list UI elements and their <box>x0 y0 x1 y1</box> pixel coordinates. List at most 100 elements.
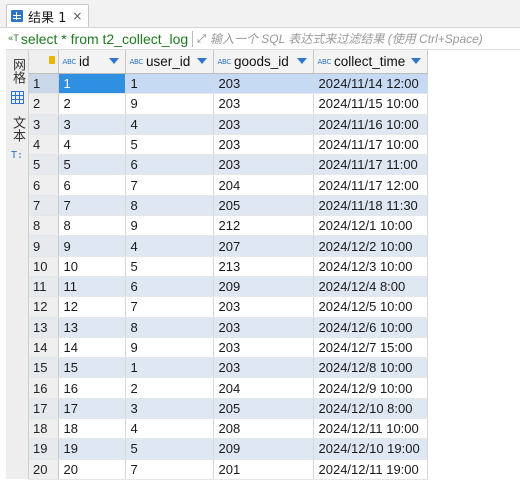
table-cell[interactable]: 12 <box>58 296 126 318</box>
row-number[interactable]: 3 <box>29 114 59 135</box>
table-cell[interactable]: 2 <box>58 93 126 115</box>
grid-view-toggle[interactable]: 网格 <box>8 58 26 104</box>
table-row[interactable]: 1 1 1 203 2024/11/14 12:00 <box>29 73 428 95</box>
table-cell[interactable]: 15 <box>58 357 126 379</box>
table-row[interactable]: 18 18 4 208 2024/12/11 10:00 <box>29 418 428 440</box>
sort-arrow-icon[interactable] <box>410 58 421 64</box>
row-number[interactable]: 9 <box>29 235 59 257</box>
table-cell[interactable]: 1 <box>125 357 214 379</box>
row-number[interactable]: 15 <box>29 357 59 379</box>
table-cell[interactable]: 6 <box>125 154 214 176</box>
row-number[interactable]: 10 <box>29 256 59 277</box>
result-tab[interactable]: 结果 1 × <box>6 4 90 27</box>
table-cell[interactable]: 9 <box>125 215 214 237</box>
table-cell[interactable]: 209 <box>213 276 314 298</box>
table-cell[interactable]: 5 <box>125 256 214 277</box>
table-row[interactable]: 11 11 6 209 2024/12/4 8:00 <box>29 276 428 298</box>
table-cell[interactable]: 2024/12/10 19:00 <box>313 438 428 460</box>
table-cell[interactable]: 2024/11/17 10:00 <box>313 134 428 156</box>
row-number[interactable]: 16 <box>29 377 59 399</box>
table-cell[interactable]: 203 <box>213 357 314 379</box>
table-cell[interactable]: 2024/12/3 10:00 <box>313 256 428 277</box>
table-cell[interactable]: 1 <box>58 73 126 95</box>
row-number[interactable]: 11 <box>29 276 59 298</box>
table-cell[interactable]: 2024/12/8 10:00 <box>313 357 428 379</box>
table-cell[interactable]: 4 <box>58 134 126 156</box>
table-cell[interactable]: 7 <box>125 459 214 480</box>
column-header-user-id[interactable]: ABC user_id <box>125 50 214 74</box>
close-tab-icon[interactable]: × <box>72 9 82 23</box>
row-number[interactable]: 8 <box>29 215 59 237</box>
row-number[interactable]: 6 <box>29 174 59 196</box>
table-cell[interactable]: 7 <box>58 195 126 217</box>
row-number[interactable]: 5 <box>29 154 59 176</box>
table-cell[interactable]: 9 <box>125 337 214 359</box>
table-cell[interactable]: 13 <box>58 317 126 338</box>
sort-arrow-icon[interactable] <box>196 58 207 64</box>
table-cell[interactable]: 7 <box>125 174 214 196</box>
sort-arrow-icon[interactable] <box>296 58 307 64</box>
table-row[interactable]: 16 16 2 204 2024/12/9 10:00 <box>29 377 428 399</box>
row-number-header[interactable] <box>29 50 59 74</box>
table-cell[interactable]: 6 <box>125 276 214 298</box>
table-cell[interactable]: 2024/12/2 10:00 <box>313 235 428 257</box>
table-cell[interactable]: 212 <box>213 215 314 237</box>
filter-input[interactable]: 输入一个 SQL 表达式来过滤结果 (使用 Ctrl+Space) <box>210 30 483 47</box>
table-cell[interactable]: 209 <box>213 438 314 460</box>
row-number[interactable]: 17 <box>29 398 59 420</box>
table-cell[interactable]: 203 <box>213 93 314 115</box>
row-number[interactable]: 2 <box>29 93 59 115</box>
table-cell[interactable]: 207 <box>213 235 314 257</box>
row-number[interactable]: 4 <box>29 134 59 156</box>
expand-icon[interactable]: ⤢ <box>197 32 206 46</box>
table-cell[interactable]: 9 <box>125 93 214 115</box>
table-cell[interactable]: 5 <box>58 154 126 176</box>
table-cell[interactable]: 2024/12/6 10:00 <box>313 317 428 338</box>
table-cell[interactable]: 204 <box>213 377 314 399</box>
table-cell[interactable]: 204 <box>213 174 314 196</box>
table-row[interactable]: 20 20 7 201 2024/12/11 19:00 <box>29 459 428 480</box>
table-row[interactable]: 14 14 9 203 2024/12/7 15:00 <box>29 337 428 359</box>
table-row[interactable]: 17 17 3 205 2024/12/10 8:00 <box>29 398 428 420</box>
table-row[interactable]: 7 7 8 205 2024/11/18 11:30 <box>29 195 428 217</box>
table-cell[interactable]: 9 <box>58 235 126 257</box>
table-cell[interactable]: 2024/11/18 11:30 <box>313 195 428 217</box>
column-header-goods-id[interactable]: ABC goods_id <box>213 50 314 74</box>
table-cell[interactable]: 17 <box>58 398 126 420</box>
table-cell[interactable]: 205 <box>213 398 314 420</box>
table-row[interactable]: 15 15 1 203 2024/12/8 10:00 <box>29 357 428 379</box>
table-cell[interactable]: 5 <box>125 438 214 460</box>
column-header-id[interactable]: ABC id <box>58 50 126 74</box>
table-cell[interactable]: 201 <box>213 459 314 480</box>
table-row[interactable]: 10 10 5 213 2024/12/3 10:00 <box>29 256 428 277</box>
text-view-toggle[interactable]: 文本 T: <box>8 116 26 163</box>
column-header-collect-time[interactable]: ABC collect_time <box>313 50 428 74</box>
row-number[interactable]: 12 <box>29 296 59 318</box>
table-cell[interactable]: 20 <box>58 459 126 480</box>
table-cell[interactable]: 4 <box>125 418 214 440</box>
table-cell[interactable]: 19 <box>58 438 126 460</box>
table-cell[interactable]: 2024/12/7 15:00 <box>313 337 428 359</box>
table-cell[interactable]: 2024/11/17 12:00 <box>313 174 428 196</box>
table-row[interactable]: 2 2 9 203 2024/11/15 10:00 <box>29 93 428 115</box>
table-cell[interactable]: 203 <box>213 154 314 176</box>
table-cell[interactable]: 10 <box>58 256 126 277</box>
table-cell[interactable]: 2024/11/17 11:00 <box>313 154 428 176</box>
table-cell[interactable]: 2024/11/15 10:00 <box>313 93 428 115</box>
table-cell[interactable]: 8 <box>58 215 126 237</box>
table-cell[interactable]: 5 <box>125 134 214 156</box>
table-cell[interactable]: 4 <box>125 235 214 257</box>
table-cell[interactable]: 3 <box>125 398 214 420</box>
table-row[interactable]: 3 3 4 203 2024/11/16 10:00 <box>29 114 428 135</box>
table-row[interactable]: 4 4 5 203 2024/11/17 10:00 <box>29 134 428 156</box>
table-cell[interactable]: 205 <box>213 195 314 217</box>
table-cell[interactable]: 208 <box>213 418 314 440</box>
row-number[interactable]: 20 <box>29 459 59 480</box>
table-row[interactable]: 19 19 5 209 2024/12/10 19:00 <box>29 438 428 460</box>
row-number[interactable]: 14 <box>29 337 59 359</box>
table-cell[interactable]: 2024/12/9 10:00 <box>313 377 428 399</box>
table-row[interactable]: 9 9 4 207 2024/12/2 10:00 <box>29 235 428 257</box>
row-number[interactable]: 7 <box>29 195 59 217</box>
table-cell[interactable]: 2 <box>125 377 214 399</box>
row-number[interactable]: 1 <box>29 73 59 95</box>
